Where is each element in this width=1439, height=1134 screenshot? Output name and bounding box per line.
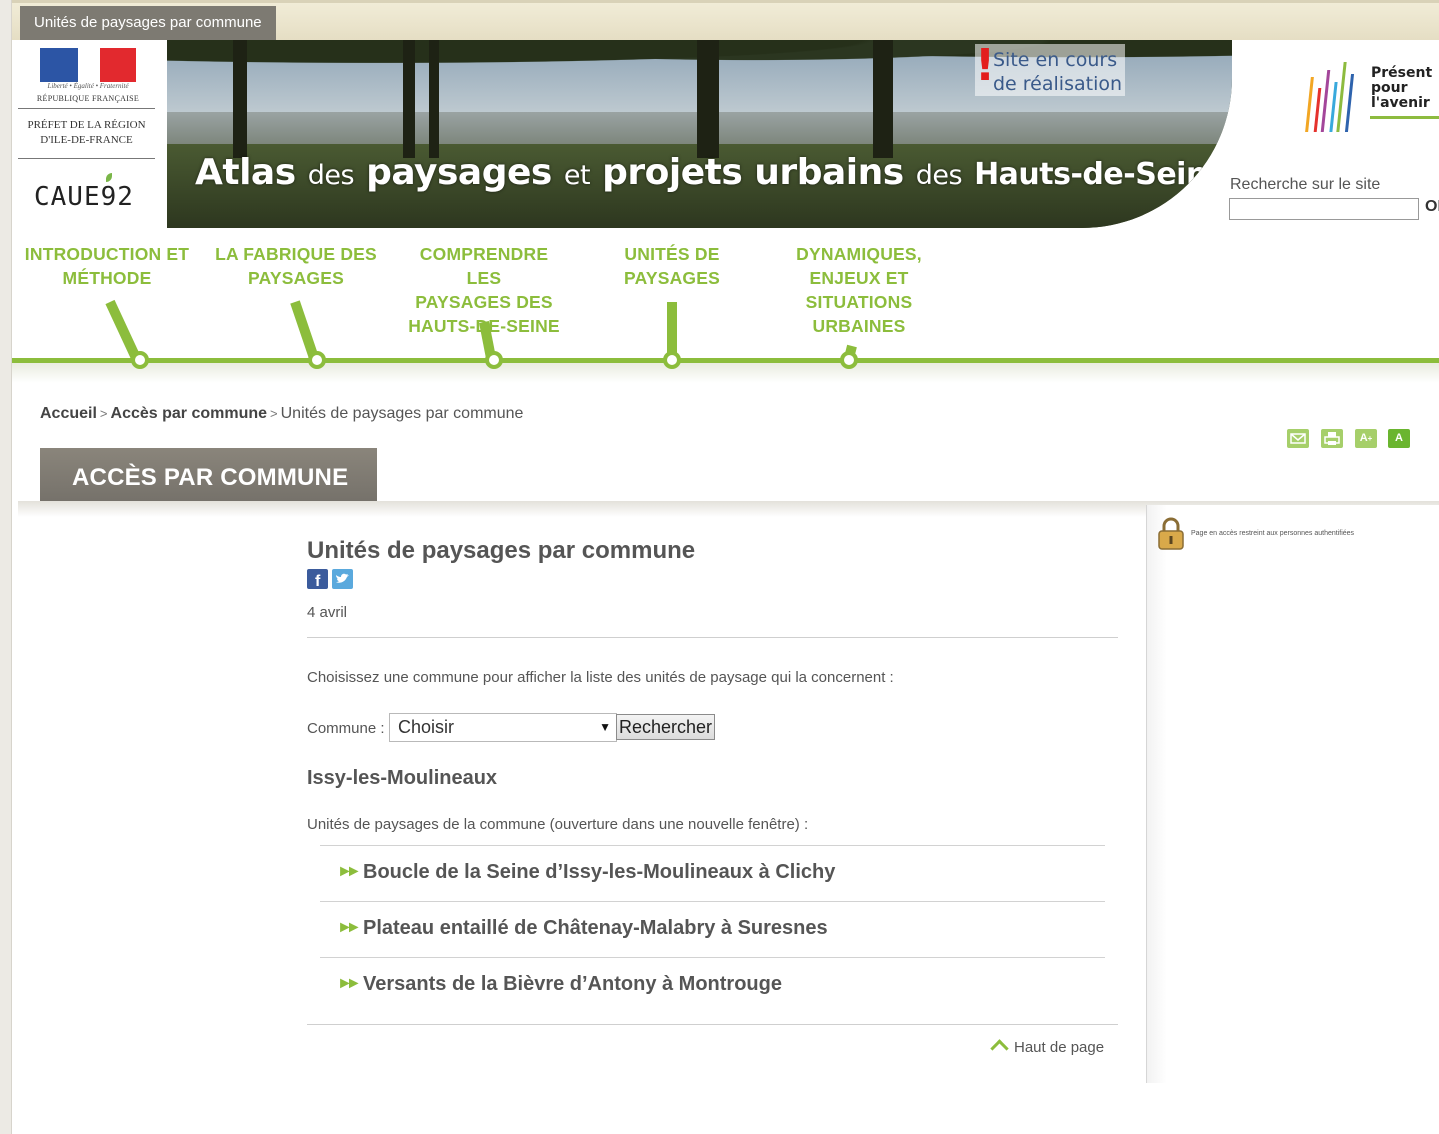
twitter-icon[interactable] [332,569,353,589]
nav-dot [663,351,681,369]
header-banner[interactable]: ! Site en cours de réalisation Atlas des … [167,40,1232,228]
motto-text: Liberté • Égalité • Fraternité [47,82,129,90]
commune-heading: Issy-les-Moulineaux [307,767,498,789]
window-tab[interactable]: Unités de paysages par commune [20,6,276,40]
browser-left-edge [0,0,12,1134]
nav-dot [485,351,503,369]
site-title: Atlas des paysages et projets urbains de… [195,152,1227,193]
double-arrow-icon: ►► [337,975,362,992]
unit-label[interactable]: Plateau entaillé de Châtenay-Malabry à S… [363,917,828,940]
page-title: Unités de paysages par commune [307,537,696,564]
breadcrumb-separator: > [270,406,278,421]
unit-link[interactable]: ►► Boucle de la Seine d’Issy-les-Mouline… [320,845,1105,901]
facebook-icon[interactable]: f [307,569,328,590]
units-intro: Unités de paysages de la commune (ouvert… [307,816,809,833]
restricted-note: Page en accès restreint aux personnes au… [1191,530,1355,537]
caue-logo[interactable]: CAUE92 [34,182,134,212]
logo-divider [18,108,155,109]
logo-column: Liberté • Égalité • Fraternité RÉPUBLIQU… [18,40,158,228]
svg-text:f: f [315,573,321,589]
publish-date: 4 avril [307,604,348,621]
search-input[interactable] [1229,198,1419,220]
unit-link[interactable]: ►► Plateau entaillé de Châtenay-Malabry … [320,901,1105,957]
nav-dot [840,351,858,369]
leaf-icon [106,173,112,182]
breadcrumb: Accueil > Accès par commune > Unités de pays… [40,405,523,423]
prefet-text: PRÉFET DE LA RÉGION D'ILE-DE-FRANCE [27,119,146,146]
badge-line: Site en cours [993,49,1118,71]
rechercher-button[interactable]: Rechercher [616,714,715,740]
breadcrumb-section[interactable]: Accès par commune [111,405,268,422]
double-arrow-icon: ►► [337,863,362,880]
divider [307,637,1118,638]
present-pour-avenir-logo[interactable]: Présent pour l'avenir [1304,46,1439,136]
mail-icon[interactable] [1287,429,1309,448]
chevron-down-icon: ▼ [599,720,611,734]
back-to-top-link[interactable]: Haut de page [990,1039,1105,1058]
unit-link[interactable]: ►► Versants de la Bièvre d’Antony à Mont… [320,957,1105,1013]
commune-select[interactable]: Choisir ▼ [389,713,617,742]
nav-connectors [12,299,1439,369]
search-ok-button[interactable]: OK [1425,198,1439,216]
double-arrow-icon: ►► [337,919,362,936]
republic-text: RÉPUBLIQUE FRANÇAISE [36,94,140,103]
breadcrumb-separator: > [99,406,108,421]
commune-label: Commune : [307,720,385,737]
section-title: ACCÈS PAR COMMUNE [40,448,377,503]
marianne-logo [40,48,136,82]
sidebar: Page en accès restreint aux personnes au… [1146,505,1439,1083]
breadcrumb-current: Unités de paysages par commune [280,405,524,422]
badge-line: de réalisation [993,73,1123,95]
nav-introduction[interactable]: INTRODUCTION ET MÉTHODE [24,242,190,290]
chevron-up-icon [990,1039,1009,1058]
construction-badge: ! Site en cours de réalisation [975,42,1125,96]
lock-icon [1158,517,1184,550]
select-value: Choisir [398,717,455,737]
back-to-top-label: Haut de page [1014,1039,1105,1056]
divider [307,1024,1118,1025]
nav-dot [131,351,149,369]
text-size-button[interactable]: A+ [1355,429,1377,448]
contrast-button[interactable]: A [1388,429,1410,448]
page: Unités de paysages par commune Liberté •… [0,0,1439,1134]
unit-label[interactable]: Boucle de la Seine d’Issy-les-Moulineaux… [363,861,835,884]
unit-label[interactable]: Versants de la Bièvre d’Antony à Montrou… [363,973,782,996]
nav-dot [308,351,326,369]
nav-unites[interactable]: UNITÉS DE PAYSAGES [574,242,770,290]
intro-text: Choisissez une commune pour afficher la … [307,669,894,686]
nav-fabrique[interactable]: LA FABRIQUE DES PAYSAGES [212,242,380,290]
search-label: Recherche sur le site [1230,176,1381,193]
logo-divider [18,158,155,159]
print-icon[interactable] [1321,429,1343,448]
breadcrumb-home[interactable]: Accueil [40,405,97,422]
